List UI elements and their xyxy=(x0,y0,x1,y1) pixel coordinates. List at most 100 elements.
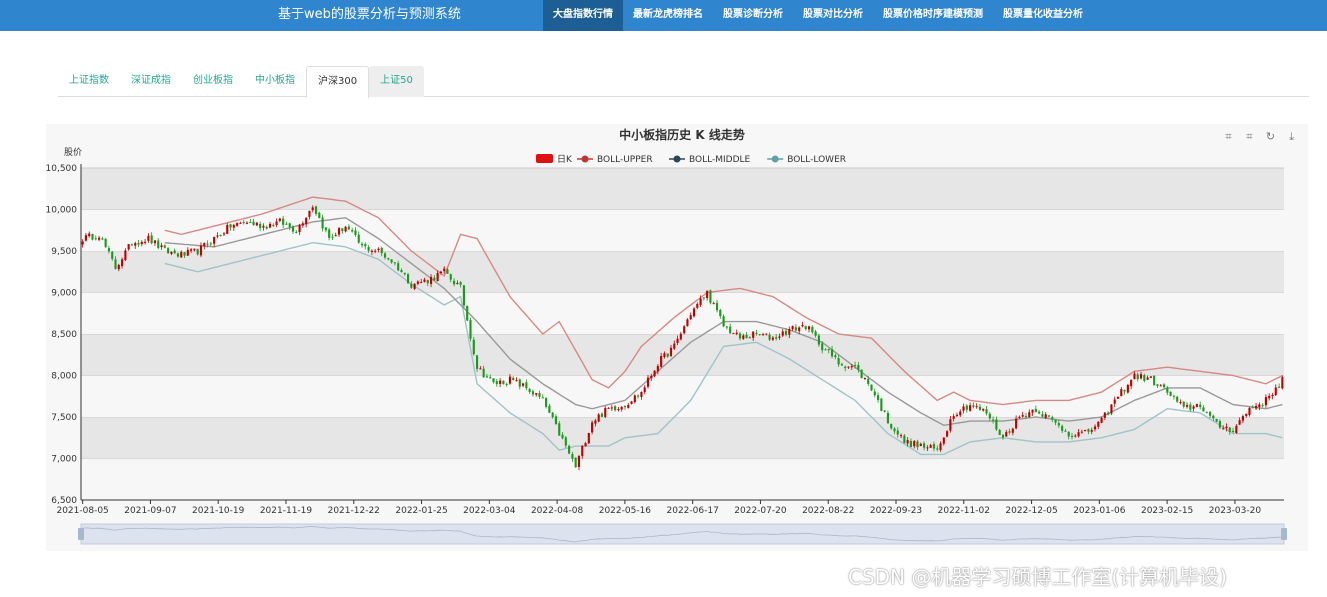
candle-body xyxy=(653,370,656,377)
candle-body xyxy=(1070,435,1074,437)
legend-swatch-kline xyxy=(536,154,553,163)
candle-body xyxy=(591,422,594,433)
candle-body xyxy=(946,431,949,437)
tab-chinext[interactable]: 创业板指 xyxy=(182,66,244,97)
candle-body xyxy=(817,335,820,345)
zoom-icon[interactable]: ⌗ xyxy=(1222,130,1235,143)
candle-body xyxy=(554,416,558,424)
candle-body xyxy=(844,366,847,369)
candle-body xyxy=(548,405,551,413)
candle-body xyxy=(683,326,686,334)
candle-body xyxy=(1057,423,1060,426)
nav-index-quotes[interactable]: 大盘指数行情 xyxy=(543,0,623,31)
tab-sme-board[interactable]: 中小板指 xyxy=(244,66,306,97)
candle-body xyxy=(1258,404,1261,408)
candle-body xyxy=(692,308,696,317)
candle-body xyxy=(890,424,893,429)
candle-body xyxy=(630,401,633,404)
candle-body xyxy=(190,249,193,251)
candle-body xyxy=(1041,414,1044,417)
nav-quant-returns[interactable]: 股票量化收益分析 xyxy=(993,0,1093,31)
candle-body xyxy=(1156,384,1159,386)
candle-body xyxy=(903,435,906,444)
y-axis-title: 股价 xyxy=(64,147,82,158)
candle-body xyxy=(101,238,104,240)
candle-body xyxy=(199,245,203,256)
x-tick-label: 2021-08-05 xyxy=(56,506,108,516)
candle-body xyxy=(969,405,972,411)
candle-body xyxy=(380,247,383,254)
candle-body xyxy=(942,437,945,444)
candle-body xyxy=(755,332,758,334)
candle-body xyxy=(1136,374,1139,380)
candle-body xyxy=(515,380,518,382)
candle-body xyxy=(370,250,373,252)
candle-body xyxy=(1218,421,1221,428)
candle-body xyxy=(673,343,676,349)
candle-body xyxy=(265,226,268,229)
candle-body xyxy=(216,235,219,237)
candle-body xyxy=(1047,415,1051,417)
candle-body xyxy=(607,407,610,409)
restore-icon[interactable]: ↻ xyxy=(1264,130,1277,143)
zoom-reset-icon[interactable]: ⌗ xyxy=(1243,130,1256,143)
candle-body xyxy=(374,250,377,252)
csdn-watermark: CSDN @机器学习硕博工作室(计算机毕设) xyxy=(848,565,1227,589)
candle-body xyxy=(324,227,327,231)
candle-body xyxy=(824,349,827,351)
kline-chart[interactable]: 6,500 7,000 7,500 8,000 8,500 9,000 9,500 10,00… xyxy=(46,124,1308,551)
index-tabs: 上证指数 深证成指 创业板指 中小板指 沪深300 上证50 xyxy=(58,66,1309,98)
candle-body xyxy=(814,331,817,336)
candle-body xyxy=(1126,385,1129,393)
candle-body xyxy=(893,428,896,432)
candle-body xyxy=(144,241,147,243)
candle-body xyxy=(867,378,870,385)
candle-body xyxy=(1146,377,1149,380)
candle-body xyxy=(364,244,367,247)
candle-body xyxy=(972,405,975,407)
download-icon[interactable]: ⤓ xyxy=(1285,130,1298,143)
tab-shenzhen-component[interactable]: 深证成指 xyxy=(120,66,182,97)
nav-price-forecast[interactable]: 股票价格时序建模预测 xyxy=(873,0,993,31)
candle-body xyxy=(429,276,433,284)
nav-stock-comparison[interactable]: 股票对比分析 xyxy=(793,0,873,31)
candle-body xyxy=(1185,405,1189,407)
candle-body xyxy=(1208,411,1212,416)
x-tick-label: 2021-11-19 xyxy=(260,506,313,516)
candle-body xyxy=(456,283,459,285)
candle-body xyxy=(535,393,538,395)
candle-body xyxy=(584,443,587,447)
candle-body xyxy=(765,333,768,335)
candle-body xyxy=(288,223,291,228)
candle-body xyxy=(222,233,226,235)
tab-shanghai-composite[interactable]: 上证指数 xyxy=(58,66,120,97)
candle-body xyxy=(140,241,143,245)
candle-body xyxy=(768,334,771,340)
candle-body xyxy=(712,303,715,305)
app-brand[interactable]: 基于web的股票分析与预测系统 xyxy=(278,0,461,31)
candle-body xyxy=(1103,412,1106,418)
candle-body xyxy=(738,333,742,339)
grid-band xyxy=(81,168,1284,210)
candle-body xyxy=(709,290,712,303)
candle-body xyxy=(127,244,130,250)
candle-body xyxy=(104,238,107,248)
candle-body xyxy=(406,274,410,284)
candle-body xyxy=(1281,377,1284,389)
candle-body xyxy=(206,243,209,245)
candle-body xyxy=(811,326,814,333)
candle-body xyxy=(1054,419,1057,423)
candle-body xyxy=(1034,408,1037,413)
nav-stock-diagnosis[interactable]: 股票诊断分析 xyxy=(713,0,793,31)
candle-body xyxy=(561,434,564,439)
candle-body xyxy=(952,416,955,419)
candle-body xyxy=(531,391,535,395)
tab-csi300[interactable]: 沪深300 xyxy=(306,66,370,98)
candle-body xyxy=(347,226,350,230)
candle-body xyxy=(360,243,364,246)
candle-body xyxy=(775,337,778,339)
candle-body xyxy=(522,383,525,386)
candle-body xyxy=(837,358,840,365)
tab-sse50[interactable]: 上证50 xyxy=(369,66,424,97)
nav-dragon-tiger-ranking[interactable]: 最新龙虎榜排名 xyxy=(623,0,713,31)
